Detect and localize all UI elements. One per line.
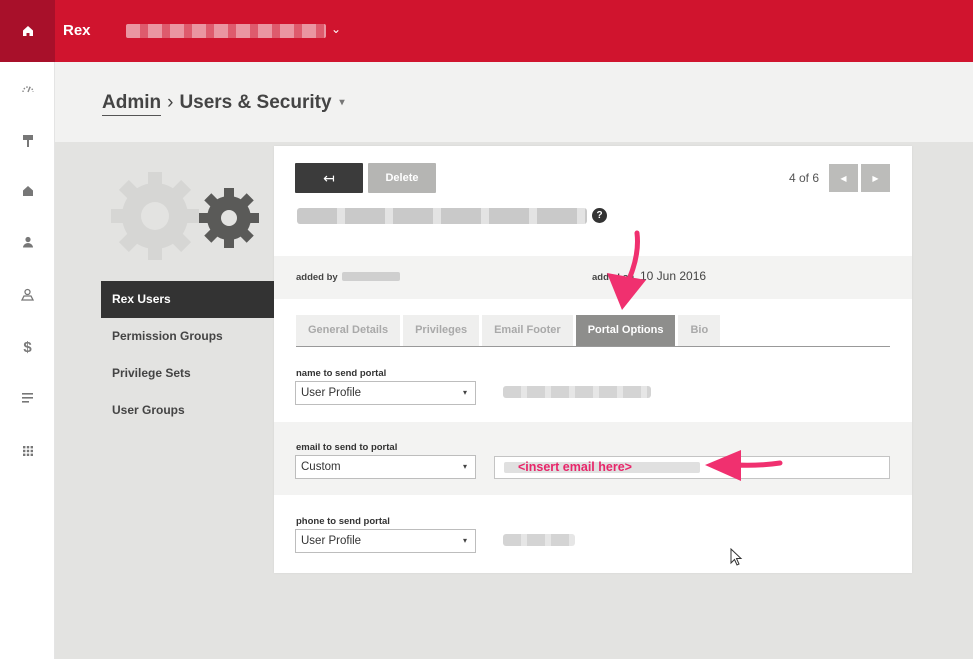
left-rail: $	[0, 62, 55, 659]
admin-side-nav: Rex Users Permission Groups Privilege Se…	[101, 281, 274, 429]
user-detail-card: ↤ Delete 4 of 6 ◀ ▶ ? added by added on …	[274, 146, 912, 573]
phone-source-value: User Profile	[301, 535, 362, 547]
dollar-icon[interactable]: $	[0, 339, 55, 356]
next-record-button[interactable]: ▶	[861, 164, 890, 192]
contact-pin-icon[interactable]	[0, 288, 55, 304]
sign-icon[interactable]	[0, 134, 55, 151]
side-item-rex-users[interactable]: Rex Users	[101, 281, 274, 318]
back-arrow-icon: ↤	[323, 169, 335, 186]
caret-down-icon: ▾	[462, 536, 467, 545]
pager-text: 4 of 6	[789, 171, 820, 185]
phone-value-blurred	[503, 534, 575, 546]
chevron-right-icon: ▶	[872, 173, 879, 183]
apps-grid-icon[interactable]	[0, 445, 55, 460]
tab-portal-options[interactable]: Portal Options	[575, 315, 676, 346]
page-title[interactable]: Users & Security	[179, 92, 331, 113]
tab-bar: General Details Privileges Email Footer …	[296, 315, 723, 346]
tab-divider	[296, 346, 890, 347]
added-by-label: added by	[296, 272, 338, 283]
home-icon	[22, 26, 33, 36]
side-item-privilege-sets[interactable]: Privilege Sets	[101, 355, 274, 392]
account-switcher-blurred[interactable]	[126, 24, 326, 38]
breadcrumb-separator: ›	[167, 92, 174, 113]
email-source-select[interactable]: Custom ▾	[295, 455, 476, 479]
dashboard-icon[interactable]	[0, 82, 55, 97]
phone-source-select[interactable]: User Profile ▾	[295, 529, 476, 553]
house-icon[interactable]	[0, 185, 55, 200]
mouse-cursor-icon	[730, 548, 743, 566]
chevron-down-icon[interactable]: ⌄	[331, 22, 341, 36]
caret-down-icon: ▾	[462, 388, 467, 397]
email-source-value: Custom	[301, 461, 341, 473]
added-on-label: added on	[592, 272, 635, 283]
caret-down-icon: ▾	[462, 462, 467, 471]
side-item-permission-groups[interactable]: Permission Groups	[101, 318, 274, 355]
home-button[interactable]	[0, 0, 55, 62]
added-on-value: 10 Jun 2016	[640, 269, 707, 283]
phone-field-label: phone to send portal	[296, 516, 390, 527]
name-field-label: name to send portal	[296, 368, 387, 379]
tab-general-details[interactable]: General Details	[296, 315, 401, 346]
record-name-blurred	[297, 208, 587, 224]
name-source-select[interactable]: User Profile ▾	[295, 381, 476, 405]
name-source-value: User Profile	[301, 387, 362, 399]
side-item-user-groups[interactable]: User Groups	[101, 392, 274, 429]
breadcrumb: Admin › Users & Security ▾	[102, 92, 345, 116]
tab-email-footer[interactable]: Email Footer	[482, 315, 573, 346]
added-by-value-blurred	[342, 272, 400, 281]
back-button[interactable]: ↤	[295, 163, 363, 193]
email-field-label: email to send to portal	[296, 442, 398, 453]
help-icon[interactable]: ?	[592, 208, 607, 223]
brand-name[interactable]: Rex	[63, 22, 91, 39]
gears-icon	[111, 172, 259, 260]
chevron-left-icon: ◀	[840, 173, 847, 183]
caret-down-icon[interactable]: ▾	[340, 97, 345, 108]
person-icon[interactable]	[0, 236, 55, 251]
prev-record-button[interactable]: ◀	[829, 164, 858, 192]
tab-bio[interactable]: Bio	[678, 315, 721, 346]
delete-button[interactable]: Delete	[368, 163, 436, 193]
breadcrumb-admin[interactable]: Admin	[102, 92, 162, 116]
list-icon[interactable]	[0, 392, 55, 407]
top-bar: Rex ⌄	[0, 0, 973, 62]
custom-email-input[interactable]: <insert email here>	[494, 456, 890, 479]
name-value-blurred	[503, 386, 651, 398]
email-annotation-text: <insert email here>	[518, 460, 632, 474]
tab-privileges[interactable]: Privileges	[403, 315, 480, 346]
